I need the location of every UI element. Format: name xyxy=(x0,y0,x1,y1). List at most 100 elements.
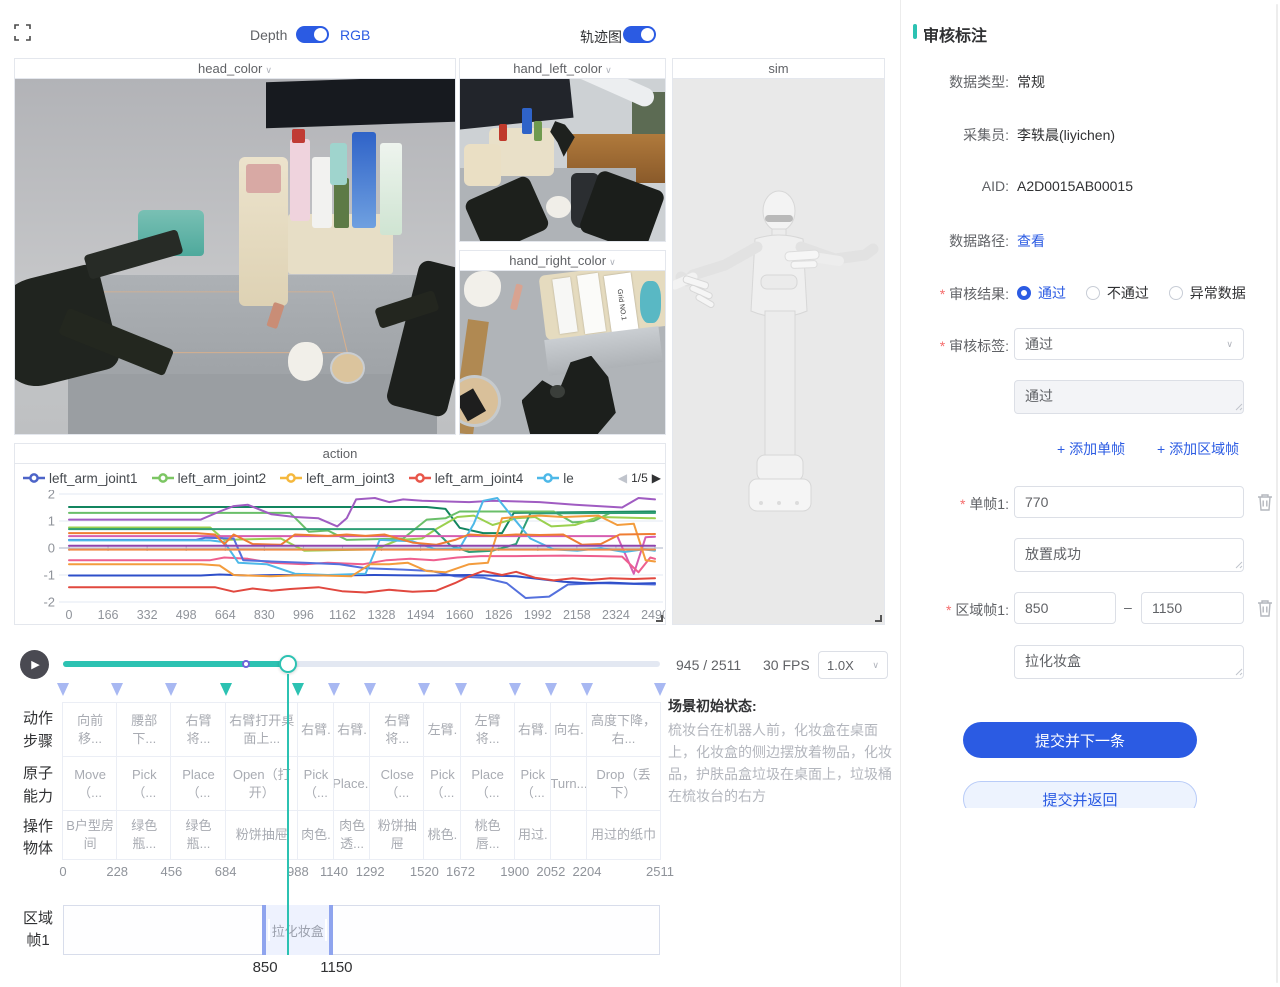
resize-handle[interactable] xyxy=(875,615,882,622)
timeline-marker[interactable] xyxy=(654,683,666,696)
operated-object-cell[interactable]: 用过. xyxy=(514,810,552,860)
radio-abnormal[interactable]: 异常数据 xyxy=(1169,283,1246,303)
review-tag-note[interactable]: 通过 xyxy=(1014,380,1244,414)
trajectory-toggle[interactable] xyxy=(623,26,656,43)
single-frame-input[interactable] xyxy=(1014,486,1244,518)
timeline-marker[interactable] xyxy=(220,683,232,696)
legend-item[interactable]: left_arm_joint4 xyxy=(409,471,524,486)
data-path-view-link[interactable]: 查看 xyxy=(1017,231,1045,251)
region-segment[interactable]: 拉化妆盒 xyxy=(262,905,333,955)
legend-page-indicator: 1/5 xyxy=(631,471,648,485)
timeline-marker[interactable] xyxy=(165,683,177,696)
trash-icon[interactable] xyxy=(1257,493,1273,511)
timeline-marker[interactable] xyxy=(455,683,467,696)
hand-left-header[interactable]: hand_left_color∨ xyxy=(460,59,665,79)
review-panel-title: 审核标注 xyxy=(923,22,987,46)
operated-object-cell[interactable]: 绿色瓶... xyxy=(116,810,172,860)
action-step-cell[interactable]: 右臂. xyxy=(514,702,552,757)
step-column: 右臂.Place..肉色透... xyxy=(334,703,371,860)
action-step-cell[interactable]: 右臂将... xyxy=(369,702,425,757)
scrollbar[interactable] xyxy=(1276,4,1278,983)
timeline-marker[interactable] xyxy=(545,683,557,696)
radio-pass[interactable]: 通过 xyxy=(1017,283,1066,303)
play-button[interactable]: ▶ xyxy=(20,650,49,679)
timeline-marker[interactable] xyxy=(57,683,69,696)
action-step-cell[interactable]: 右臂. xyxy=(333,702,371,757)
action-step-cell[interactable]: 向前移... xyxy=(62,702,118,757)
operated-object-cell[interactable]: 桃色. xyxy=(423,810,461,860)
single-frame-note[interactable]: 放置成功 xyxy=(1014,538,1244,572)
atomic-ability-cell[interactable]: Place.. xyxy=(333,756,371,811)
atomic-ability-cell[interactable]: Drop（丢下） xyxy=(586,756,661,811)
atomic-ability-cell[interactable]: Move（... xyxy=(62,756,118,811)
submit-next-button[interactable]: 提交并下一条 xyxy=(963,722,1197,758)
frame-scale-label: 1672 xyxy=(446,864,475,879)
atomic-ability-cell[interactable]: Pick（... xyxy=(514,756,552,811)
action-step-cell[interactable]: 左臂将... xyxy=(460,702,516,757)
timeline-marker[interactable] xyxy=(328,683,340,696)
toggle-knob xyxy=(641,28,654,41)
action-step-cell[interactable]: 右臂将... xyxy=(170,702,226,757)
atomic-ability-cell[interactable]: Turn... xyxy=(550,756,588,811)
timeline-marker[interactable] xyxy=(418,683,430,696)
depth-rgb-toggle[interactable] xyxy=(296,26,329,43)
x-axis-tick-label: 0 xyxy=(66,608,73,622)
operated-object-cell[interactable]: B户型房间 xyxy=(62,810,118,860)
region-start-input[interactable] xyxy=(1014,592,1116,624)
joint-trajectory-chart[interactable]: 210-1-2 xyxy=(15,490,666,608)
atomic-ability-cell[interactable]: Pick（... xyxy=(297,756,335,811)
timeline-marker[interactable] xyxy=(509,683,521,696)
legend-item[interactable]: le xyxy=(537,471,574,486)
timeline-marker[interactable] xyxy=(364,683,376,696)
operated-object-cell[interactable] xyxy=(550,810,588,860)
timeline-marker[interactable] xyxy=(581,683,593,696)
hand-left-panel: hand_left_color∨ xyxy=(459,58,666,242)
action-step-cell[interactable]: 高度下降，右... xyxy=(586,702,661,757)
legend-item[interactable]: left_arm_joint2 xyxy=(152,471,267,486)
legend-item[interactable]: left_arm_joint1 xyxy=(23,471,138,486)
operated-object-cell[interactable]: 肉色. xyxy=(297,810,335,860)
timeline-marker[interactable] xyxy=(111,683,123,696)
trash-icon[interactable] xyxy=(1257,599,1273,617)
operated-object-cell[interactable]: 桃色唇... xyxy=(460,810,516,860)
timeline-marker[interactable] xyxy=(292,683,304,696)
speed-select[interactable]: 1.0X∨ xyxy=(818,651,888,679)
sim-viewport[interactable] xyxy=(673,79,884,624)
segment-right-handle[interactable] xyxy=(325,919,327,941)
row-label-region-frame: 区域帧1 xyxy=(20,905,56,955)
region-frame-track[interactable]: 拉化妆盒 xyxy=(63,905,660,955)
atomic-ability-cell[interactable]: Place（... xyxy=(170,756,226,811)
head-color-header[interactable]: head_color∨ xyxy=(15,59,455,79)
hand-right-header[interactable]: hand_right_color∨ xyxy=(460,251,665,271)
action-step-cell[interactable]: 腰部下... xyxy=(116,702,172,757)
playback-slider[interactable] xyxy=(63,661,660,667)
operated-object-cell[interactable]: 肉色透... xyxy=(333,810,371,860)
action-step-cell[interactable]: 右臂. xyxy=(297,702,335,757)
row-label-action-steps: 动作步骤 xyxy=(20,703,56,758)
fullscreen-icon[interactable] xyxy=(14,24,31,41)
atomic-ability-cell[interactable]: Place（... xyxy=(460,756,516,811)
legend-next-button[interactable]: ▶ xyxy=(652,471,661,485)
region-end-input[interactable] xyxy=(1141,592,1244,624)
slider-handle[interactable] xyxy=(279,655,297,673)
add-single-frame-link[interactable]: + 添加单帧 xyxy=(1057,439,1125,459)
action-step-cell[interactable]: 向右. xyxy=(550,702,588,757)
submit-return-button[interactable]: 提交并返回 xyxy=(963,781,1197,808)
legend-prev-button[interactable]: ◀ xyxy=(618,471,627,485)
app-root: Depth RGB 轨迹图 head_color∨ xyxy=(0,0,1280,987)
operated-object-cell[interactable]: 粉饼抽屉 xyxy=(369,810,425,860)
atomic-ability-cell[interactable]: Pick（... xyxy=(423,756,461,811)
segment-left-handle[interactable] xyxy=(268,919,270,941)
single-frame-dot[interactable] xyxy=(242,660,250,668)
region-frame-note[interactable]: 拉化妆盒 xyxy=(1014,645,1244,679)
action-step-cell[interactable]: 左臂. xyxy=(423,702,461,757)
resize-handle[interactable] xyxy=(656,615,663,622)
operated-object-cell[interactable]: 用过的纸巾 xyxy=(586,810,661,860)
operated-object-cell[interactable]: 绿色瓶... xyxy=(170,810,226,860)
radio-fail[interactable]: 不通过 xyxy=(1086,283,1149,303)
legend-item[interactable]: left_arm_joint3 xyxy=(280,471,395,486)
atomic-ability-cell[interactable]: Pick（... xyxy=(116,756,172,811)
atomic-ability-cell[interactable]: Close（... xyxy=(369,756,425,811)
review-tag-select[interactable]: 通过∨ xyxy=(1014,328,1244,360)
add-region-frame-link[interactable]: + 添加区域帧 xyxy=(1157,439,1239,459)
